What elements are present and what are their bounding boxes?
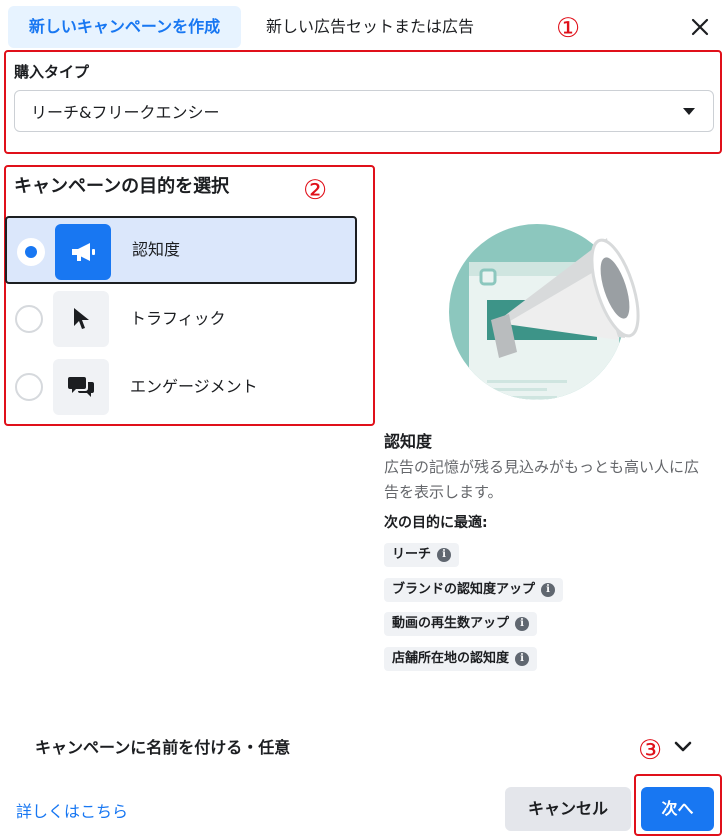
chevron-down-icon[interactable] xyxy=(674,738,692,757)
tab-new-adset-or-ad[interactable]: 新しい広告セットまたは広告 xyxy=(266,6,474,48)
info-icon[interactable]: i xyxy=(437,548,452,562)
close-icon xyxy=(691,18,709,36)
chip-label: 動画の再生数アップ xyxy=(392,616,510,631)
objective-label-traffic: トラフィック xyxy=(130,309,226,328)
chip-label: リーチ xyxy=(392,547,432,562)
campaign-name-toggle[interactable]: キャンペーンに名前を付ける・任意 xyxy=(35,734,290,758)
info-icon[interactable]: i xyxy=(541,583,556,597)
objective-description-body: 広告の記憶が残る見込みがもっとも高い人に広告を表示します。 xyxy=(384,458,700,501)
objective-awareness[interactable]: 認知度 xyxy=(5,216,357,284)
cancel-button[interactable]: キャンセル xyxy=(505,787,631,831)
chip-store-awareness: 店舗所在地の認知度 i xyxy=(384,647,538,671)
buying-type-label: 購入タイプ xyxy=(14,63,90,81)
cursor-icon xyxy=(53,291,109,347)
chip-video-views: 動画の再生数アップ i xyxy=(384,612,538,636)
megaphone-icon xyxy=(55,224,111,280)
tab-create-campaign[interactable]: 新しいキャンペーンを作成 xyxy=(8,6,241,48)
info-icon[interactable]: i xyxy=(515,652,530,666)
best-for-label: 次の目的に最適: xyxy=(384,515,488,531)
radio-engagement[interactable] xyxy=(15,373,43,401)
buying-type-select[interactable]: リーチ&フリークエンシー xyxy=(14,90,714,132)
objective-label-awareness: 認知度 xyxy=(132,240,181,259)
buying-type-value: リーチ&フリークエンシー xyxy=(31,103,220,122)
info-icon[interactable]: i xyxy=(515,617,530,631)
objective-label-engagement: エンゲージメント xyxy=(130,377,258,396)
chip-reach: リーチ i xyxy=(384,543,460,567)
chip-label: 店舗所在地の認知度 xyxy=(392,651,510,666)
annotation-2: ② xyxy=(303,175,328,206)
radio-traffic[interactable] xyxy=(15,305,43,333)
chip-brand-awareness: ブランドの認知度アップ i xyxy=(384,578,564,602)
annotation-1: ① xyxy=(556,13,581,44)
objective-engagement[interactable]: エンゲージメント xyxy=(5,353,357,421)
chip-label: ブランドの認知度アップ xyxy=(392,582,536,597)
next-button[interactable]: 次へ xyxy=(641,787,714,831)
objective-traffic[interactable]: トラフィック xyxy=(5,285,357,353)
objective-heading: キャンペーンの目的を選択 xyxy=(14,176,230,197)
radio-awareness[interactable] xyxy=(17,238,45,266)
caret-down-icon xyxy=(683,108,695,115)
chat-bubbles-icon xyxy=(53,359,109,415)
awareness-illustration xyxy=(447,220,657,434)
close-button[interactable] xyxy=(684,10,716,44)
annotation-3: ③ xyxy=(638,735,663,766)
objective-description-title: 認知度 xyxy=(384,432,433,451)
learn-more-link[interactable]: 詳しくはこちら xyxy=(16,798,128,822)
